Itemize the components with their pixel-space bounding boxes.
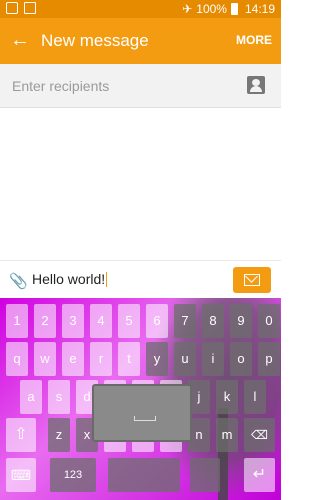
key-0[interactable]: 0 [258,304,280,338]
key-u[interactable]: u [174,342,196,376]
notification-icon [6,2,18,14]
send-message-icon [244,274,260,286]
key-7[interactable]: 7 [174,304,196,338]
shift-icon[interactable]: ⇧ [6,418,36,452]
key-i[interactable]: i [202,342,224,376]
contact-icon[interactable] [247,76,265,94]
conversation-area [0,108,281,260]
key-r[interactable]: r [90,342,112,376]
numbers-key[interactable]: 123 [50,458,96,492]
key-t[interactable]: t [118,342,140,376]
key-4[interactable]: 4 [90,304,112,338]
keyboard: 1 2 3 4 5 6 7 8 9 0 q w e r t y u i o p … [0,298,281,500]
key-e[interactable]: e [62,342,84,376]
message-composer: 📎 Hello world! [0,260,281,298]
battery-percent: 100% [196,2,227,16]
enter-icon[interactable]: ↵ [244,458,275,492]
key-8[interactable]: 8 [202,304,224,338]
send-button[interactable] [233,267,271,293]
key-o[interactable]: o [230,342,252,376]
message-input[interactable]: Hello world! [32,271,107,287]
battery-icon [230,3,238,15]
key-p[interactable]: p [258,342,280,376]
period-key[interactable] [190,458,220,492]
key-9[interactable]: 9 [230,304,252,338]
clock: 14:19 [244,2,275,16]
key-y[interactable]: y [146,342,168,376]
backspace-icon[interactable]: ⌫ [244,418,275,452]
page-title: New message [41,31,149,50]
recipients-bar[interactable]: Enter recipients [0,64,281,108]
key-preview-popup [92,384,192,442]
status-bar: ✈ 100% 14:19 [0,0,281,18]
key-z[interactable]: z [48,418,70,452]
key-l[interactable]: l [244,380,266,414]
image-icon [24,2,36,14]
key-1[interactable]: 1 [6,304,28,338]
app-bar: ← New message MORE [0,18,281,64]
key-a[interactable]: a [20,380,42,414]
more-button[interactable]: MORE [236,33,272,47]
space-bar[interactable] [108,458,180,492]
key-6[interactable]: 6 [146,304,168,338]
paperclip-icon[interactable]: 📎 [9,272,28,290]
keyboard-icon[interactable]: ⌨ [6,458,36,492]
key-k[interactable]: k [216,380,238,414]
recipients-input[interactable]: Enter recipients [12,78,109,94]
airplane-mode-icon: ✈ [182,2,193,16]
key-m[interactable]: m [216,418,238,452]
key-q[interactable]: q [6,342,28,376]
key-3[interactable]: 3 [62,304,84,338]
key-s[interactable]: s [48,380,70,414]
key-2[interactable]: 2 [34,304,56,338]
key-w[interactable]: w [34,342,56,376]
arrow-left-icon[interactable]: ← [8,28,32,52]
key-5[interactable]: 5 [118,304,140,338]
